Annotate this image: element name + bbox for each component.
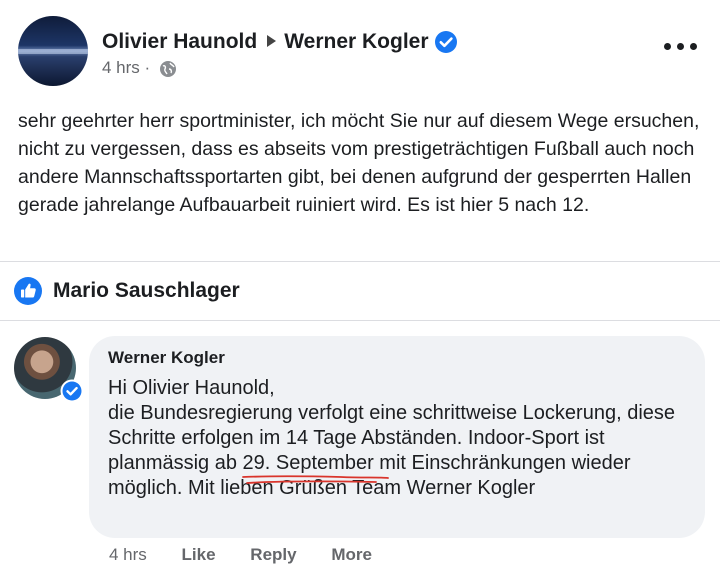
comment-date: 29. September [242, 452, 374, 474]
target-name[interactable]: Werner Kogler [284, 30, 428, 53]
arrow-right-icon [267, 35, 277, 48]
comment-greeting: Hi Olivier Haunold, [108, 377, 275, 399]
comment-actions: 4 hrs Like Reply More [109, 545, 372, 565]
underlined-date: 29. September [241, 451, 389, 484]
like-icon [14, 277, 42, 305]
author-name[interactable]: Olivier Haunold [102, 30, 257, 53]
red-underline-icon [241, 475, 389, 484]
post-time[interactable]: 4 hrs [102, 58, 140, 77]
reply-button[interactable]: Reply [250, 545, 296, 565]
post-body: sehr geehrter herr sportminister, ich mö… [18, 110, 700, 216]
comment-time[interactable]: 4 hrs [109, 545, 147, 565]
divider-top [0, 261, 720, 262]
meta-separator: · [144, 58, 151, 77]
verified-icon [60, 379, 84, 403]
comment-bubble: Werner Kogler Hi Olivier Haunold, die Bu… [89, 336, 705, 538]
reaction-user-name[interactable]: Mario Sauschlager [53, 279, 240, 303]
verified-icon [435, 31, 458, 54]
comment-text: Hi Olivier Haunold, die Bundesregierung … [108, 376, 698, 501]
globe-icon [159, 60, 176, 77]
post-meta: 4 hrs · [102, 58, 177, 78]
more-options-icon[interactable] [664, 36, 698, 56]
like-button[interactable]: Like [182, 545, 216, 565]
post-header: Olivier Haunold Werner Kogler 4 hrs · [0, 0, 720, 100]
author-avatar[interactable] [18, 16, 88, 86]
post-title: Olivier Haunold Werner Kogler [102, 30, 458, 54]
more-button[interactable]: More [331, 545, 372, 565]
divider-bottom [0, 320, 720, 321]
commenter-name[interactable]: Werner Kogler [108, 348, 225, 368]
